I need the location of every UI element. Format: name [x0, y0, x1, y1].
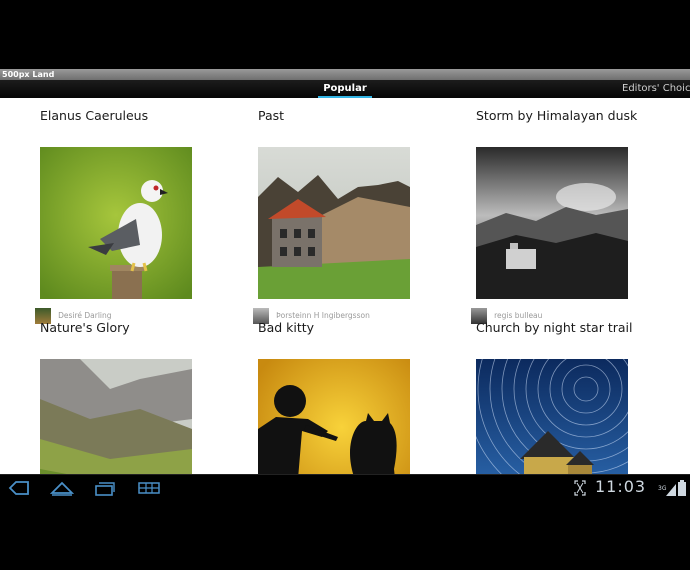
photo-thumbnail[interactable]: [40, 147, 192, 299]
tab-bar: Popular Editors' Choice: [0, 80, 690, 98]
author-row[interactable]: regis bulleau: [471, 305, 542, 324]
recent-apps-icon[interactable]: [94, 480, 116, 496]
photo-title: Past: [258, 108, 285, 123]
photo-title: Church by night star trail: [476, 320, 633, 335]
photo-thumbnail[interactable]: [40, 359, 192, 474]
app-window: 500px Land Popular Editors' Choice Elanu…: [0, 0, 690, 570]
photo-grid: Elanus Caeruleus Desiré Darling Past Þor…: [0, 98, 690, 474]
tab-editors-choice[interactable]: Editors' Choice: [622, 80, 690, 98]
photo-title: Nature's Glory: [40, 320, 130, 335]
author-row[interactable]: Desiré Darling: [35, 305, 112, 324]
window-title-bar: 500px Land: [0, 69, 690, 80]
app-menu-icon[interactable]: [138, 480, 160, 496]
tab-popular[interactable]: Popular: [318, 80, 372, 98]
author-name[interactable]: Desiré Darling: [58, 311, 111, 320]
clock: 11:03: [595, 477, 647, 496]
signal-icon: [666, 484, 676, 496]
photo-thumbnail[interactable]: [476, 359, 628, 474]
back-icon[interactable]: [8, 480, 30, 496]
author-name[interactable]: regis bulleau: [494, 311, 542, 320]
fullscreen-icon[interactable]: [574, 480, 586, 496]
photo-title: Storm by Himalayan dusk: [476, 108, 638, 123]
system-bar: 11:03 3G: [0, 474, 690, 500]
author-row[interactable]: Þorsteinn H Ingibergsson: [253, 305, 370, 324]
window-title: 500px Land: [2, 70, 55, 79]
home-icon[interactable]: [50, 480, 74, 496]
battery-icon: [678, 480, 686, 496]
photo-thumbnail[interactable]: [258, 147, 410, 299]
author-name[interactable]: Þorsteinn H Ingibergsson: [276, 311, 370, 320]
photo-title: Elanus Caeruleus: [40, 108, 149, 123]
photo-thumbnail[interactable]: [476, 147, 628, 299]
photo-title: Bad kitty: [258, 320, 315, 335]
photo-thumbnail[interactable]: [258, 359, 410, 474]
